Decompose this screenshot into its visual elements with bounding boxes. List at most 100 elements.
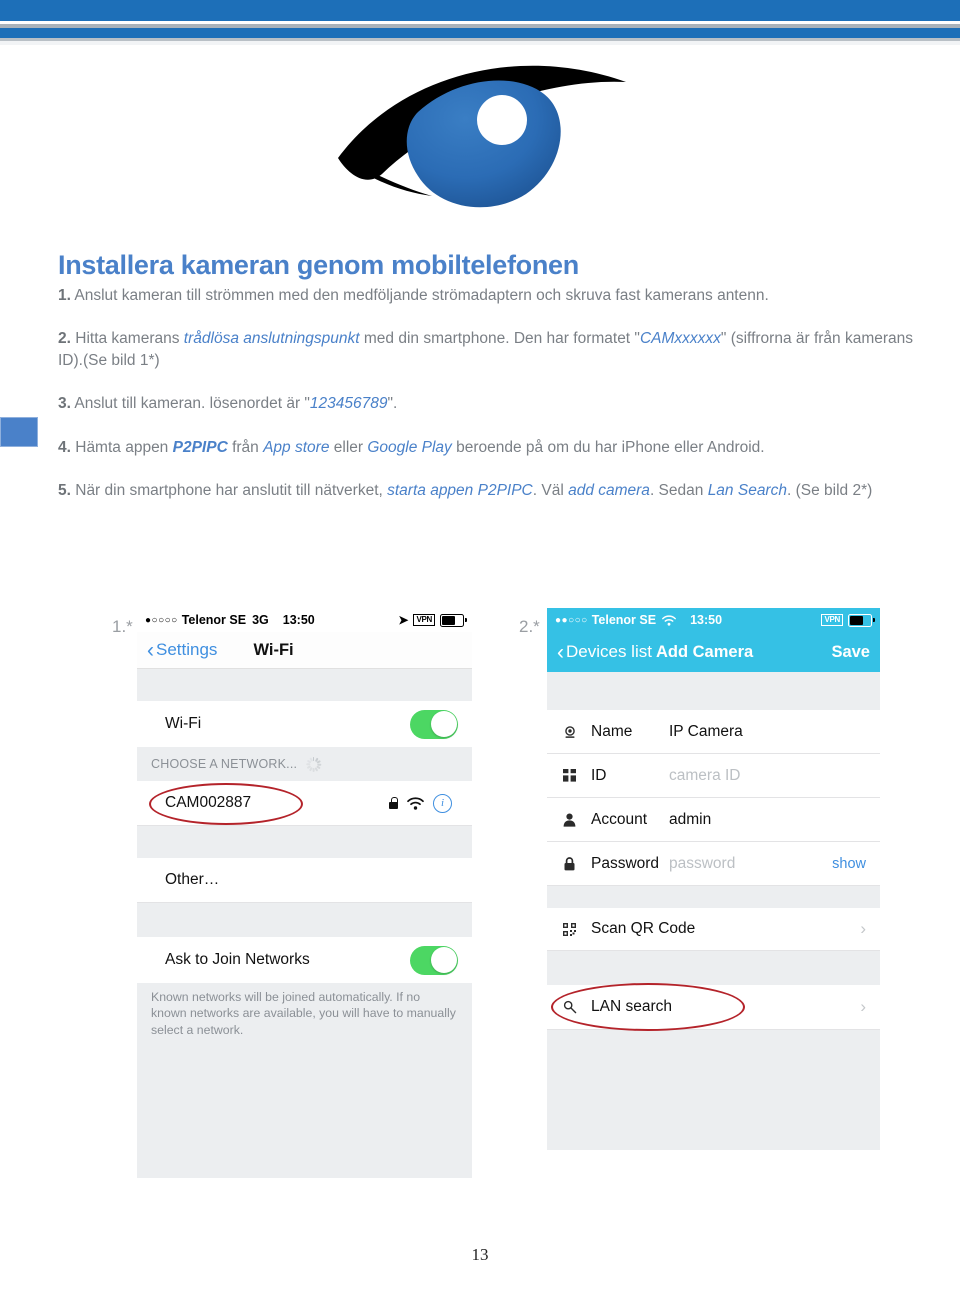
add-camera-page-title: Add Camera <box>655 642 754 661</box>
steps-list: 1. Anslut kameran till strömmen med den … <box>58 285 918 501</box>
header-footer-strip <box>0 41 960 45</box>
step-text-fragment: . Sedan <box>649 481 708 499</box>
step-item-4: 4. Hämta appen P2PIPC från App store ell… <box>58 437 918 458</box>
left-margin-blue-square <box>0 417 38 447</box>
scan-qr-code-label: Scan QR Code <box>591 920 696 937</box>
step-text-fragment: CAMxxxxxx <box>639 330 721 348</box>
header-band-secondary <box>0 28 960 38</box>
step-text-fragment: Anslut kameran till strömmen med den med… <box>70 287 769 305</box>
step-item-1: 1. Anslut kameran till strömmen med den … <box>58 285 918 306</box>
eye-logo <box>330 52 630 222</box>
lan-search-row[interactable]: LAN search › <box>547 983 880 1031</box>
person-icon <box>561 813 578 827</box>
step-text-fragment: . Väl <box>532 481 569 499</box>
step-number: 4. <box>58 438 71 456</box>
step-item-3: 3. Anslut till kameran. lösenordet är "1… <box>58 393 918 414</box>
choose-network-header: CHOOSE A NETWORK... <box>137 747 472 781</box>
chevron-right-icon-qr: › <box>860 919 866 938</box>
battery-icon-2 <box>848 613 875 627</box>
back-to-settings-button[interactable]: ‹ Settings <box>147 640 217 661</box>
camera-field-row-id[interactable]: ID camera ID <box>547 754 880 798</box>
lock-icon <box>561 856 578 871</box>
wifi-navigation-bar: ‹ Settings Wi-Fi <box>137 632 472 669</box>
header-band-primary <box>0 0 960 21</box>
step-text-fragment: eller <box>329 438 368 456</box>
ask-to-join-row[interactable]: Ask to Join Networks <box>137 937 472 983</box>
spacer-before-lan <box>547 951 880 985</box>
step-text-fragment: . (Se bild 2*) <box>786 481 873 499</box>
wifi-toggle-switch[interactable] <box>410 709 458 739</box>
show-password-button[interactable]: show <box>832 856 866 872</box>
step-text-fragment: beroende på om du har iPhone eller Andro… <box>451 438 765 456</box>
camera-field-input[interactable]: IP Camera <box>669 723 743 741</box>
step-text-fragment: trådlösa anslutningspunkt <box>183 330 360 348</box>
wifi-icon <box>407 796 424 810</box>
back-button-label-2: Devices list <box>566 642 652 661</box>
chevron-right-icon-lan: › <box>860 997 866 1016</box>
qr-icon <box>561 922 578 936</box>
step-gap <box>58 306 918 328</box>
step-text-fragment: med din smartphone. Den har formatet " <box>359 330 640 348</box>
camera-field-input[interactable]: admin <box>669 811 711 829</box>
page-number: 13 <box>471 1245 489 1264</box>
wifi-toggle-row[interactable]: Wi-Fi <box>137 701 472 747</box>
loading-spinner-icon <box>306 756 322 772</box>
info-icon[interactable]: i <box>433 793 452 813</box>
camera-icon <box>561 725 578 739</box>
network-ssid-label: CAM002887 <box>165 794 252 811</box>
step-text-fragment: App store <box>263 438 330 456</box>
network-item-cam002887[interactable]: CAM002887 i <box>137 781 472 826</box>
chevron-left-icon: ‹ <box>147 638 154 662</box>
screenshot-figures: 1.* 2.* ●○○○○ Telenor SE 3G 13:50 ➤ VPN … <box>0 608 960 1188</box>
step-number: 1. <box>58 287 71 305</box>
step-number: 2. <box>58 330 71 348</box>
step-text-fragment: ". <box>387 395 398 413</box>
location-arrow-icon: ➤ <box>398 613 409 627</box>
step-text-fragment: Lan Search <box>707 481 787 499</box>
battery-icon <box>440 613 467 627</box>
step-gap <box>58 371 918 393</box>
step-number: 5. <box>58 481 71 499</box>
step-text-fragment: 123456789 <box>309 395 388 413</box>
step-item-5: 5. När din smartphone har anslutit till … <box>58 480 918 501</box>
save-button[interactable]: Save <box>831 643 870 662</box>
back-to-devices-list-button[interactable]: ‹ Devices list <box>557 642 652 663</box>
clock-label: 13:50 <box>282 613 315 627</box>
scan-qr-code-row[interactable]: Scan QR Code › <box>547 908 880 951</box>
camera-field-input[interactable]: password <box>669 855 735 873</box>
ios-status-bar-2: ●●○○○ Telenor SE 13:50 VPN <box>547 608 880 632</box>
ask-to-join-toggle-switch[interactable] <box>410 945 458 975</box>
camera-field-label: Account <box>591 810 648 828</box>
ios-status-bar: ●○○○○ Telenor SE 3G 13:50 ➤ VPN <box>137 608 472 632</box>
signal-strength-icon-2: ●●○○○ <box>555 614 588 626</box>
spacer-before-qr <box>547 886 880 908</box>
spacer-lower <box>137 903 472 937</box>
figure-2-label: 2.* <box>519 617 540 636</box>
step-text-fragment: Anslut till kameran. lösenordet är " <box>70 395 310 413</box>
camera-field-label: ID <box>591 766 607 784</box>
step-text-fragment: Hitta kamerans <box>70 330 184 348</box>
ask-to-join-label: Ask to Join Networks <box>165 951 310 968</box>
wifi-footnote-text: Known networks will be joined automatica… <box>151 990 456 1037</box>
search-icon <box>561 1000 578 1014</box>
other-network-row[interactable]: Other… <box>137 858 472 903</box>
step-text-fragment: Google Play <box>367 438 452 456</box>
camera-field-label: Password <box>591 854 660 872</box>
network-type-label: 3G <box>252 613 269 627</box>
lock-icon <box>389 797 399 809</box>
choose-network-label: CHOOSE A NETWORK... <box>151 757 298 771</box>
vpn-badge: VPN <box>413 614 435 626</box>
screenshot-add-camera: ●●○○○ Telenor SE 13:50 VPN ‹ Devices lis… <box>547 608 880 1178</box>
figure-1-label: 1.* <box>112 617 133 636</box>
vpn-badge-2: VPN <box>821 614 843 626</box>
carrier-label-2: Telenor SE <box>591 613 657 627</box>
camera-field-input[interactable]: camera ID <box>669 767 741 785</box>
spacer-bottom-2 <box>547 1030 880 1150</box>
step-gap <box>58 415 918 437</box>
camera-field-row-password[interactable]: Password password show <box>547 842 880 886</box>
step-text-fragment: Hämta appen <box>70 438 173 456</box>
camera-field-row-account[interactable]: Account admin <box>547 798 880 842</box>
camera-field-row-name[interactable]: Name IP Camera <box>547 710 880 754</box>
step-gap <box>58 458 918 480</box>
spacer-mid <box>137 826 472 858</box>
